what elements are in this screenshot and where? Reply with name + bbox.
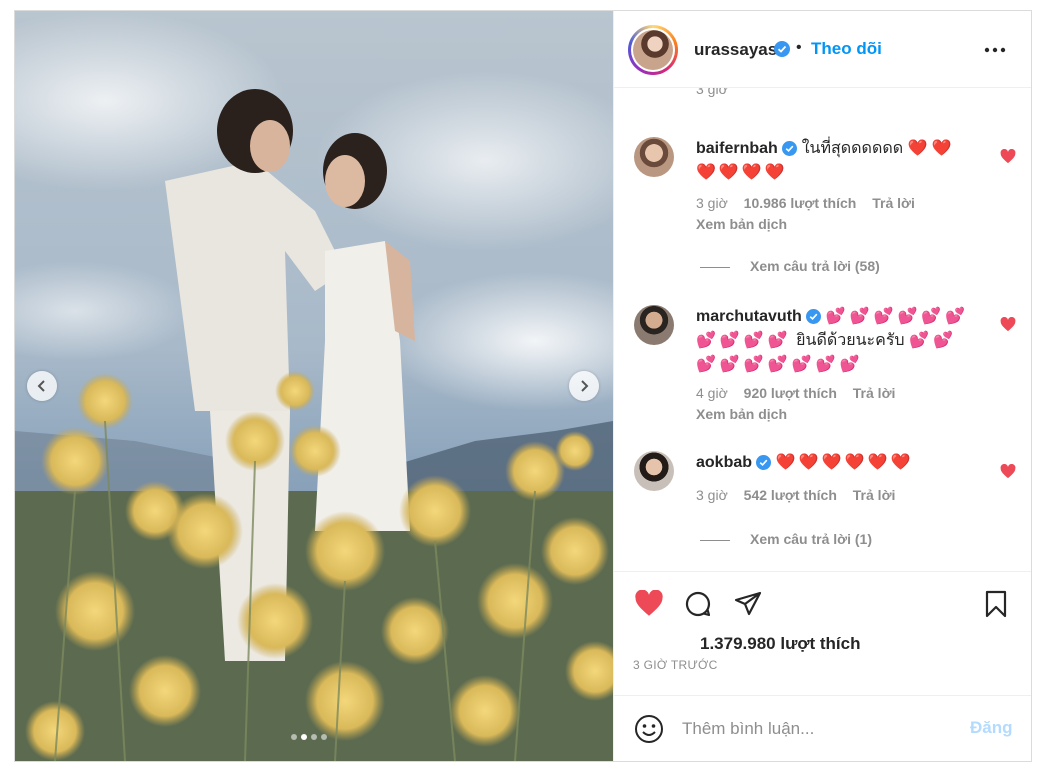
reply-button[interactable]: Trả lời [872, 195, 915, 211]
profile-avatar[interactable] [628, 25, 678, 75]
view-replies-button[interactable]: Xem câu trả lời (58) [700, 258, 880, 274]
comment-username[interactable]: baifernbah [696, 140, 778, 157]
verified-badge-icon [756, 455, 772, 471]
comment-icon[interactable] [684, 590, 712, 618]
send-icon[interactable] [734, 590, 762, 618]
carousel-dot [291, 734, 297, 740]
post-sidebar: urassayas • Theo dõi 3 giờ baifernbah ใน… [613, 11, 1031, 761]
carousel-dot-active [301, 734, 307, 740]
comment-text: 💕💕💕💕💕💕 [825, 308, 970, 325]
comment-text: 💕💕💕💕💕💕💕 [696, 356, 864, 373]
carousel-dot [321, 734, 327, 740]
carousel-dot [311, 734, 317, 740]
verified-badge-icon [806, 309, 822, 325]
post-timestamp: 3 GIỜ TRƯỚC [633, 658, 718, 672]
comment-like-heart-icon[interactable] [1000, 149, 1016, 164]
post-media[interactable] [15, 11, 613, 761]
carousel-next-button[interactable] [569, 371, 599, 401]
post-dialog: urassayas • Theo dõi 3 giờ baifernbah ใน… [14, 10, 1032, 762]
post-header: urassayas • Theo dõi [614, 11, 1031, 88]
view-replies-label: Xem câu trả lời (1) [750, 531, 872, 547]
comment-like-heart-icon[interactable] [1000, 317, 1016, 332]
likes-count[interactable]: 1.379.980 lượt thích [700, 634, 860, 654]
comment-likes[interactable]: 920 lượt thích [744, 385, 837, 401]
post-comment-button[interactable]: Đăng [970, 718, 1013, 738]
author-username[interactable]: urassayas [694, 40, 777, 60]
comment-time: 3 giờ [696, 487, 728, 503]
view-replies-button[interactable]: Xem câu trả lời (1) [700, 531, 872, 547]
comment-text: 💕💕💕💕 [696, 332, 792, 349]
avatar[interactable] [634, 451, 674, 491]
translate-link[interactable]: Xem bản dịch [696, 406, 787, 422]
comment-meta: 3 giờ 542 lượt thích Trả lời [696, 487, 907, 503]
avatar[interactable] [634, 305, 674, 345]
comment-text: ในที่สุดดดดดด ❤️ ❤️ [801, 140, 952, 157]
comment-time: 4 giờ [696, 385, 728, 401]
comment-text: ยินดีด้วยนะครับ [796, 332, 905, 349]
view-replies-label: Xem câu trả lời (58) [750, 258, 880, 274]
reply-button[interactable]: Trả lời [853, 385, 896, 401]
comment-like-heart-icon[interactable] [1000, 464, 1016, 479]
comment-time: 3 giờ [696, 195, 728, 211]
comment-likes[interactable]: 10.986 lượt thích [744, 195, 857, 211]
comment-text: ❤️❤️❤️❤️❤️❤️ [775, 454, 914, 471]
comment-text: ❤️❤️❤️❤️ [696, 164, 788, 181]
reply-button[interactable]: Trả lời [853, 487, 896, 503]
verified-badge-icon [782, 141, 798, 157]
more-options-icon[interactable] [984, 47, 1006, 53]
follow-button[interactable]: Theo dõi [811, 39, 882, 59]
comment-body: baifernbah ในที่สุดดดดดด ❤️ ❤️ ❤️❤️❤️❤️ [696, 137, 986, 185]
carousel-indicator [291, 734, 327, 740]
comment-meta: 4 giờ 920 lượt thích Trả lời [696, 385, 907, 401]
comment-username[interactable]: aokbab [696, 454, 752, 471]
comment-body: marchutavuth 💕💕💕💕💕💕 💕💕💕💕 ยินดีด้วยนะครับ… [696, 305, 986, 377]
avatar[interactable] [634, 137, 674, 177]
comments-list[interactable]: 3 giờ baifernbah ในที่สุดดดดดด ❤️ ❤️ ❤️❤… [614, 87, 1031, 571]
comment-username[interactable]: marchutavuth [696, 308, 802, 325]
post-photo [15, 11, 613, 761]
translate-link[interactable]: Xem bản dịch [696, 216, 787, 232]
bookmark-icon[interactable] [984, 590, 1008, 618]
chevron-left-icon [37, 380, 45, 392]
previous-comment-time: 3 giờ [696, 87, 728, 97]
post-actions: 1.379.980 lượt thích 3 GIỜ TRƯỚC [614, 571, 1031, 696]
heart-filled-icon[interactable] [634, 590, 664, 617]
comment-input[interactable] [682, 716, 952, 742]
verified-badge-icon [774, 41, 790, 57]
header-separator: • [796, 39, 802, 56]
comment-likes[interactable]: 542 lượt thích [744, 487, 837, 503]
carousel-prev-button[interactable] [27, 371, 57, 401]
chevron-right-icon [581, 380, 589, 392]
comment-composer: Đăng [614, 695, 1031, 761]
comment-meta: 3 giờ 10.986 lượt thích Trả lời [696, 195, 927, 211]
emoji-icon[interactable] [634, 714, 664, 744]
comment-text: 💕💕 [909, 332, 957, 349]
comment-body: aokbab ❤️❤️❤️❤️❤️❤️ [696, 451, 986, 475]
